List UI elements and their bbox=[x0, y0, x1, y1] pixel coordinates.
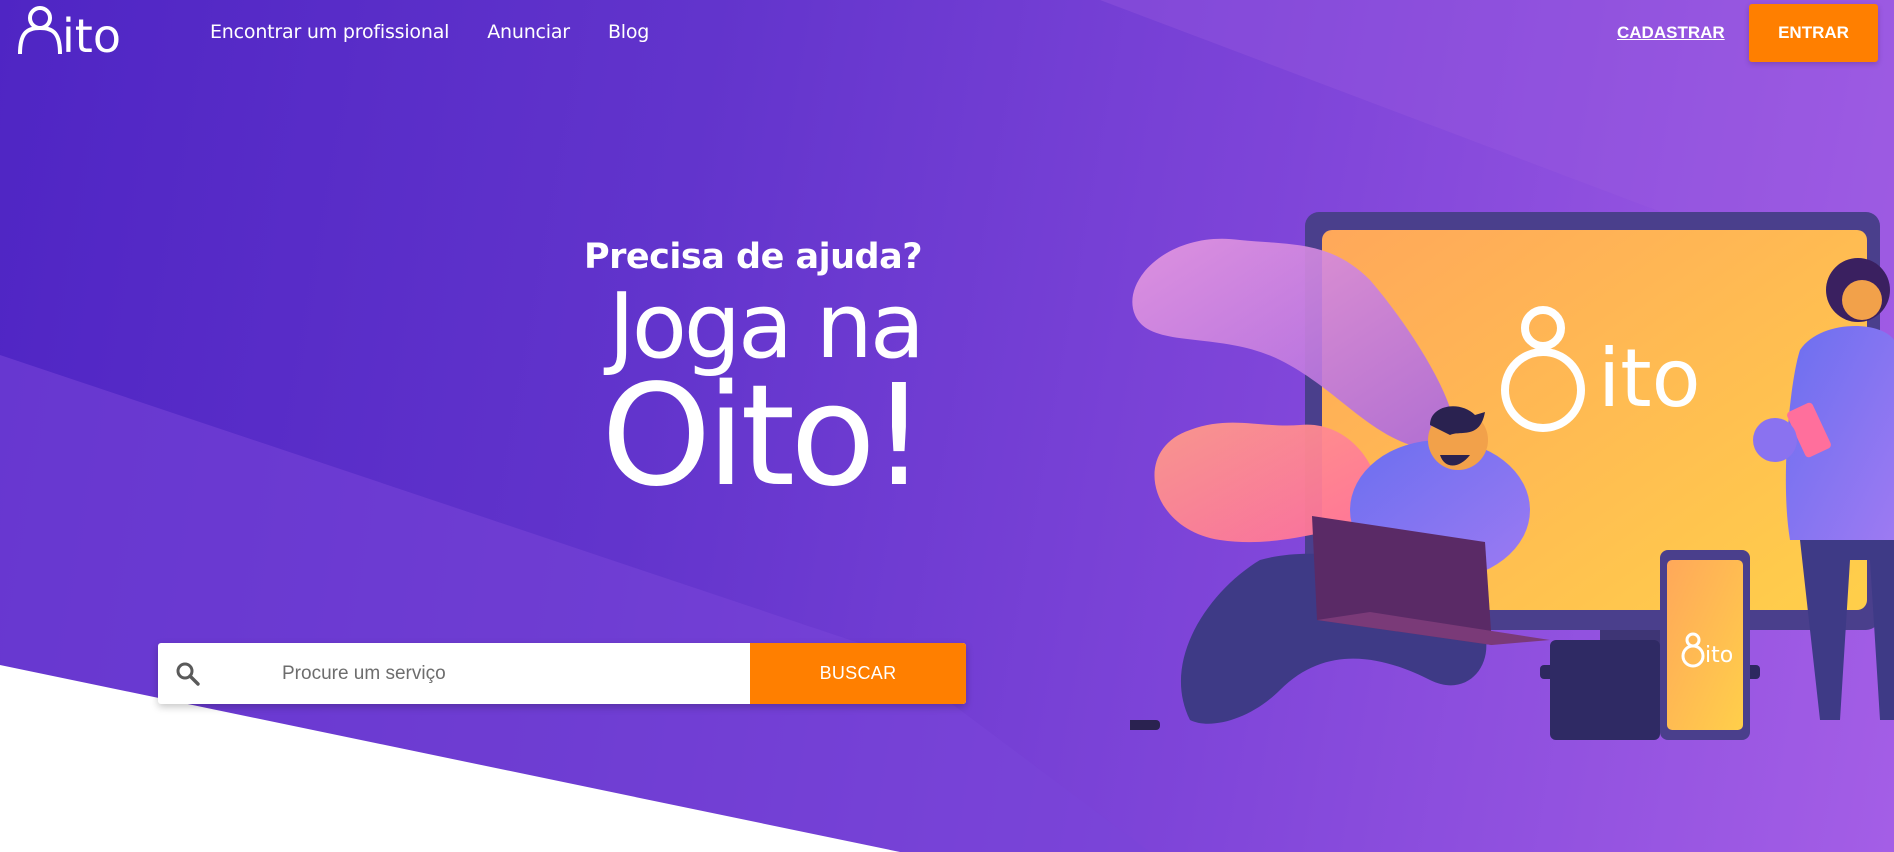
svg-text:ito: ito bbox=[62, 9, 121, 56]
signup-link[interactable]: CADASTRAR bbox=[1617, 23, 1725, 43]
search-icon bbox=[158, 643, 218, 704]
hero-text: Precisa de ajuda? Joga na Oito! bbox=[584, 232, 927, 518]
svg-text:ito: ito bbox=[1598, 332, 1701, 425]
search-input[interactable] bbox=[218, 643, 750, 704]
svg-text:ito: ito bbox=[1705, 643, 1733, 668]
phone-graphic: ito bbox=[1660, 550, 1750, 740]
search-bar: BUSCAR bbox=[158, 643, 966, 704]
site-logo[interactable]: ito bbox=[18, 4, 142, 56]
search-button[interactable]: BUSCAR bbox=[750, 643, 966, 704]
nav-blog[interactable]: Blog bbox=[608, 21, 649, 43]
hero-headline-line2: Oito! bbox=[601, 355, 927, 518]
hero-illustration: ito ito bbox=[1130, 212, 1894, 740]
nav-find-professional[interactable]: Encontrar um profissional bbox=[210, 21, 449, 43]
hero-section: ito Encontrar um profissional Anunciar B… bbox=[0, 0, 1894, 852]
main-nav: Encontrar um profissional Anunciar Blog bbox=[210, 21, 649, 43]
login-button[interactable]: ENTRAR bbox=[1749, 4, 1878, 62]
nav-advertise[interactable]: Anunciar bbox=[487, 21, 570, 43]
